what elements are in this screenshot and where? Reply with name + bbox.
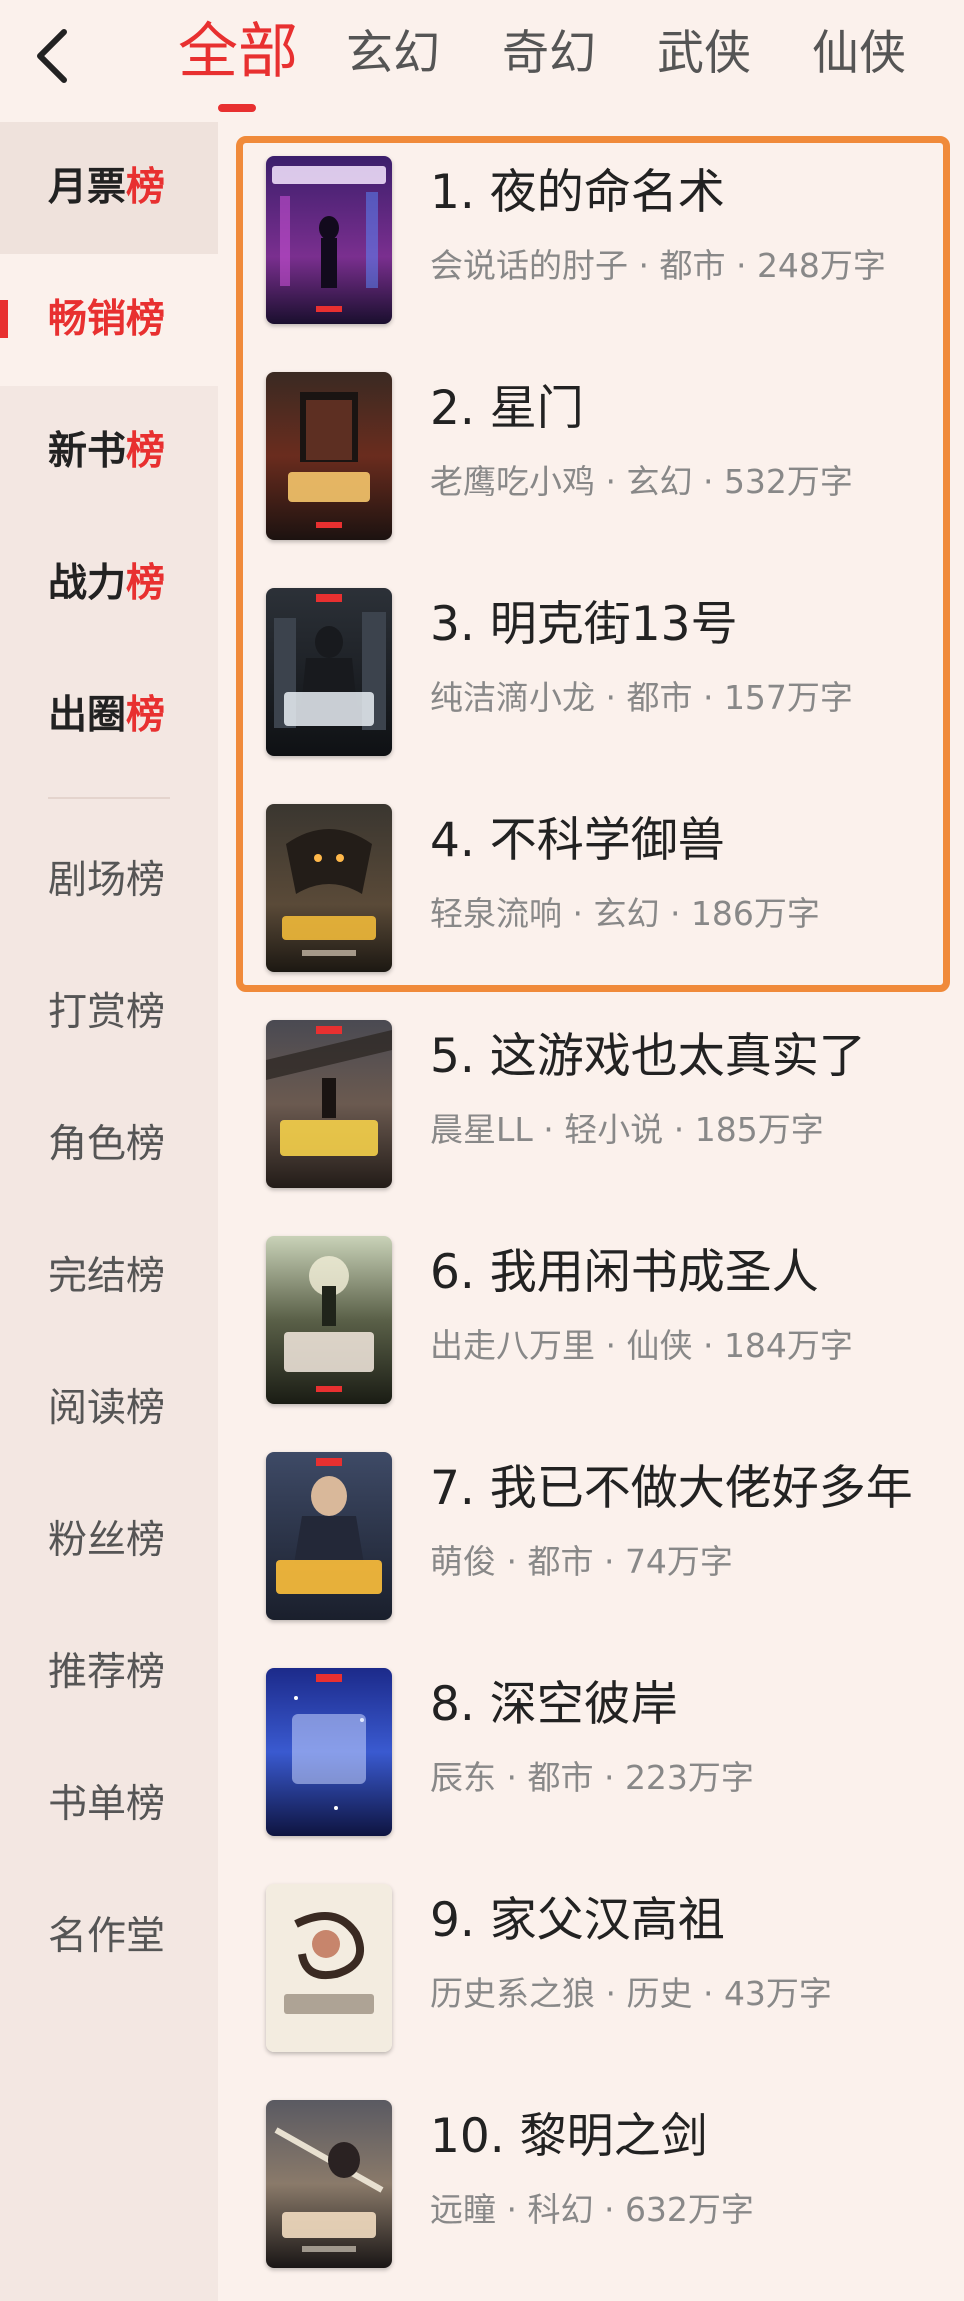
sidebar-item-label: 推荐榜	[48, 1650, 166, 1695]
sidebar-item-recommend[interactable]: 推荐榜	[0, 1607, 218, 1739]
book-cover-image	[266, 588, 392, 756]
selected-indicator	[0, 300, 8, 338]
sidebar-item-label: 月票榜	[48, 165, 166, 210]
sidebar-item-new-books[interactable]: 新书榜	[0, 386, 218, 518]
sidebar-item-label: 名作堂	[48, 1914, 166, 1959]
book-title: 3. 明克街13号	[430, 597, 738, 652]
sidebar-item-character[interactable]: 角色榜	[0, 1079, 218, 1211]
book-cover-image	[266, 1236, 392, 1404]
sidebar-item-masterpiece[interactable]: 名作堂	[0, 1871, 218, 2003]
book-title: 5. 这游戏也太真实了	[430, 1029, 866, 1084]
sidebar-item-label: 书单榜	[48, 1782, 166, 1827]
book-cover-image	[266, 1884, 392, 2052]
sidebar-item-label: 畅销榜	[48, 297, 166, 342]
book-meta: 晨星LL · 轻小说 · 185万字	[430, 1110, 824, 1149]
book-title: 1. 夜的命名术	[430, 165, 725, 220]
book-cover-image	[266, 2100, 392, 2268]
book-meta: 出走八万里 · 仙侠 · 184万字	[430, 1326, 853, 1365]
sidebar-item-label: 完结榜	[48, 1254, 166, 1299]
book-cover-image	[266, 1020, 392, 1188]
book-title: 8. 深空彼岸	[430, 1677, 678, 1732]
book-cover-image	[266, 804, 392, 972]
book-meta: 远瞳 · 科幻 · 632万字	[430, 2190, 754, 2229]
book-cover-image	[266, 1668, 392, 1836]
book-cover-image	[266, 372, 392, 540]
sidebar-item-label: 战力榜	[48, 561, 166, 606]
book-item[interactable]: 3. 明克街13号 纯洁滴小龙 · 都市 · 157万字	[218, 554, 964, 770]
sidebar-item-label: 剧场榜	[48, 858, 166, 903]
sidebar-item-power[interactable]: 战力榜	[0, 518, 218, 650]
book-title: 7. 我已不做大佬好多年	[430, 1461, 913, 1516]
book-title: 6. 我用闲书成圣人	[430, 1245, 819, 1300]
sidebar-item-label: 粉丝榜	[48, 1518, 166, 1563]
sidebar-item-label: 出圈榜	[48, 693, 166, 738]
book-cover-image	[266, 156, 392, 324]
sidebar-item-label: 阅读榜	[48, 1386, 166, 1431]
book-item[interactable]: 5. 这游戏也太真实了 晨星LL · 轻小说 · 185万字	[218, 986, 964, 1202]
book-cover-image	[266, 1452, 392, 1620]
tab-xuanhuan[interactable]: 玄幻	[346, 22, 440, 86]
tab-wuxia[interactable]: 武侠	[657, 22, 751, 86]
top-tab-bar: 全部 玄幻 奇幻 武侠 仙侠	[0, 0, 964, 122]
sidebar-item-reward[interactable]: 打赏榜	[0, 947, 218, 1079]
book-item[interactable]: 6. 我用闲书成圣人 出走八万里 · 仙侠 · 184万字	[218, 1202, 964, 1418]
sidebar-item-label: 打赏榜	[48, 990, 166, 1035]
tab-qihuan[interactable]: 奇幻	[502, 22, 596, 86]
sidebar-item-booklist[interactable]: 书单榜	[0, 1739, 218, 1871]
chevron-left-icon	[37, 29, 67, 83]
book-item[interactable]: 4. 不科学御兽 轻泉流响 · 玄幻 · 186万字	[218, 770, 964, 986]
book-title: 4. 不科学御兽	[430, 813, 725, 868]
book-item[interactable]: 2. 星门 老鹰吃小鸡 · 玄幻 · 532万字	[218, 338, 964, 554]
book-title: 10. 黎明之剑	[430, 2109, 708, 2164]
book-meta: 萌俊 · 都市 · 74万字	[430, 1542, 733, 1581]
book-item[interactable]: 9. 家父汉高祖 历史系之狼 · 历史 · 43万字	[218, 1850, 964, 2066]
book-meta: 轻泉流响 · 玄幻 · 186万字	[430, 894, 820, 933]
book-meta: 辰东 · 都市 · 223万字	[430, 1758, 754, 1797]
active-tab-indicator	[218, 104, 256, 112]
book-meta: 纯洁滴小龙 · 都市 · 157万字	[430, 678, 853, 717]
book-meta: 历史系之狼 · 历史 · 43万字	[430, 1974, 832, 2013]
sidebar-item-bestseller[interactable]: 畅销榜	[0, 254, 218, 386]
tab-xianxia[interactable]: 仙侠	[812, 22, 906, 86]
sidebar-item-label: 角色榜	[48, 1122, 166, 1167]
sidebar-divider	[48, 797, 170, 799]
back-button[interactable]	[28, 26, 78, 86]
book-item[interactable]: 10. 黎明之剑 远瞳 · 科幻 · 632万字	[218, 2066, 964, 2282]
book-item[interactable]: 1. 夜的命名术 会说话的肘子 · 都市 · 248万字	[218, 122, 964, 338]
sidebar-item-label: 新书榜	[48, 429, 166, 474]
book-item[interactable]: 7. 我已不做大佬好多年 萌俊 · 都市 · 74万字	[218, 1418, 964, 1634]
book-title: 2. 星门	[430, 381, 584, 436]
sidebar-item-fans[interactable]: 粉丝榜	[0, 1475, 218, 1607]
tab-all[interactable]: 全部	[178, 16, 298, 88]
sidebar-item-breakout[interactable]: 出圈榜	[0, 650, 218, 782]
book-meta: 会说话的肘子 · 都市 · 248万字	[430, 246, 886, 285]
sidebar-item-monthly-ticket[interactable]: 月票榜	[0, 122, 218, 254]
sidebar-item-reading[interactable]: 阅读榜	[0, 1343, 218, 1475]
book-item[interactable]: 8. 深空彼岸 辰东 · 都市 · 223万字	[218, 1634, 964, 1850]
sidebar-item-theater[interactable]: 剧场榜	[0, 815, 218, 947]
book-meta: 老鹰吃小鸡 · 玄幻 · 532万字	[430, 462, 853, 501]
book-list: 1. 夜的命名术 会说话的肘子 · 都市 · 248万字 2. 星门 老鹰吃小鸡…	[218, 122, 964, 2301]
book-title: 9. 家父汉高祖	[430, 1893, 725, 1948]
sidebar-item-completed[interactable]: 完结榜	[0, 1211, 218, 1343]
rank-sidebar: 月票榜 畅销榜 新书榜 战力榜 出圈榜 剧场榜 打赏榜 角色榜 完结榜 阅读榜 …	[0, 122, 218, 2301]
